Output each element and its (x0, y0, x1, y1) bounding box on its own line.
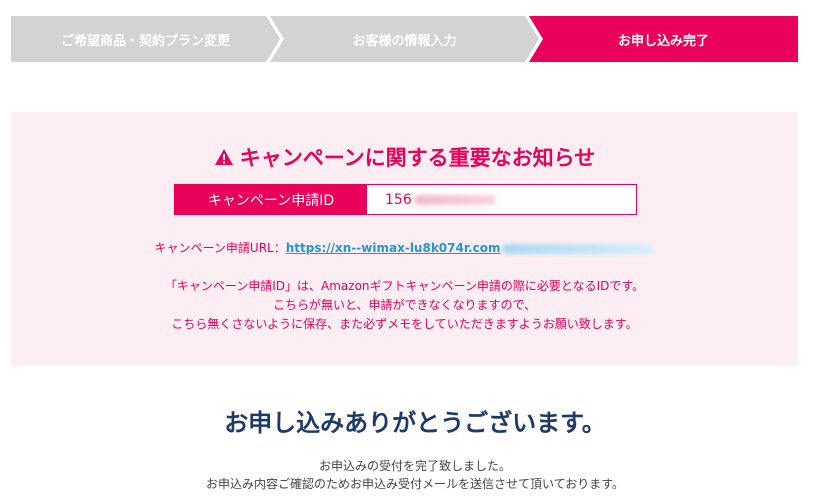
thanks-message-line: お申込みの受付を完了致しました。 (318, 459, 511, 473)
step-label: お客様の情報入力 (352, 33, 457, 49)
campaign-notice: キャンペーンに関する重要なお知らせ キャンペーン申請ID 156 キャンペーン申… (11, 112, 798, 366)
campaign-id-visible: 156 (385, 191, 412, 208)
campaign-url-link[interactable]: https://xn--wimax-lu8k074r.com (286, 241, 501, 255)
campaign-url-row: キャンペーン申請URL：https://xn--wimax-lu8k074r.c… (11, 239, 798, 256)
campaign-url-label: キャンペーン申請URL： (154, 241, 286, 255)
campaign-id-label: キャンペーン申請ID (175, 185, 367, 214)
notice-message-line: 「キャンペーン申請ID」は、Amazonギフトキャンペーン申請の際に必要となるI… (164, 279, 645, 293)
notice-message-line: こちらが無いと、申請ができなくなりますので、 (272, 298, 537, 312)
notice-title: キャンペーンに関する重要なお知らせ (11, 142, 798, 172)
campaign-id-value[interactable]: 156 (367, 185, 636, 214)
thanks-message: お申込みの受付を完了致しました。 お申込み内容ご確認のためお申込み受付メールを送… (0, 457, 830, 493)
redacted-blur (413, 194, 496, 205)
step-label: ご希望商品・契約プラン変更 (60, 33, 230, 49)
notice-message-line: こちら無くさないように保存、また必ずメモをしていただきますようお願い致します。 (171, 317, 638, 331)
redacted-blur (502, 243, 655, 254)
thanks-title: お申し込みありがとうございます。 (224, 409, 606, 437)
step-product-plan: ご希望商品・契約プラン変更 (11, 16, 280, 62)
step-complete: お申し込み完了 (529, 16, 798, 62)
warning-icon (214, 149, 233, 165)
campaign-id-row: キャンペーン申請ID 156 (174, 184, 637, 215)
notice-message: 「キャンペーン申請ID」は、Amazonギフトキャンペーン申請の際に必要となるI… (11, 277, 798, 334)
step-customer-info: お客様の情報入力 (270, 16, 539, 62)
thanks-message-line: お申込み内容ご確認のためお申込み受付メールを送信させて頂いております。 (205, 477, 625, 491)
progress-steps: ご希望商品・契約プラン変更 お客様の情報入力 お申し込み完了 (11, 16, 798, 62)
notice-title-text: キャンペーンに関する重要なお知らせ (239, 146, 596, 170)
step-label: お申し込み完了 (617, 33, 709, 49)
